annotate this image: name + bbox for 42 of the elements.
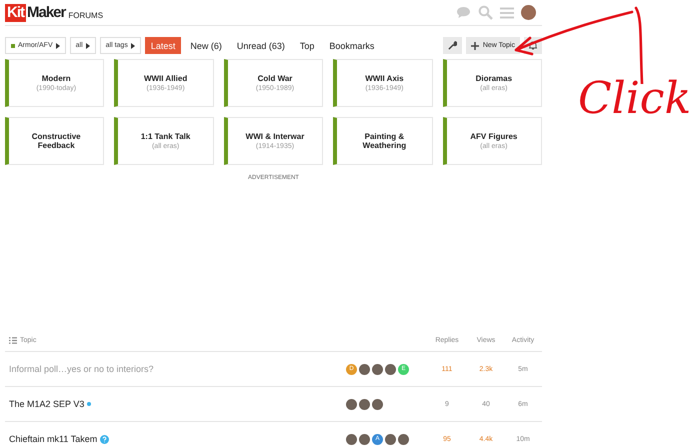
logo-maker[interactable]: Maker bbox=[27, 4, 66, 22]
plus-icon bbox=[470, 42, 479, 50]
nav-tab[interactable]: New (6) bbox=[184, 37, 228, 54]
category-name: WWII Allied bbox=[144, 74, 188, 83]
wrench-button[interactable] bbox=[442, 37, 462, 54]
category-name: AFV Figures bbox=[470, 132, 518, 141]
category-name: Cold War bbox=[258, 74, 292, 83]
user-avatar[interactable] bbox=[359, 434, 370, 444]
caret-icon bbox=[86, 42, 90, 48]
nav-tab[interactable]: Unread (63) bbox=[230, 37, 291, 54]
user-avatar[interactable] bbox=[385, 364, 396, 374]
user-avatar[interactable] bbox=[398, 434, 409, 444]
logo-subtitle: FORUMS bbox=[68, 10, 104, 20]
category-card[interactable]: Constructive Feedback bbox=[5, 117, 104, 165]
user-avatar[interactable] bbox=[359, 398, 370, 410]
category-name: 1:1 Tank Talk bbox=[140, 132, 190, 141]
category-name: Dioramas bbox=[476, 74, 512, 83]
user-avatar[interactable] bbox=[346, 398, 357, 410]
annotation-text: Click bbox=[578, 74, 690, 124]
bell-icon bbox=[529, 41, 537, 50]
wrench-icon bbox=[448, 41, 457, 50]
category-name: Modern bbox=[42, 74, 71, 83]
category-name: WWI & Interwar bbox=[246, 132, 304, 141]
category-card[interactable]: Painting & Weathering bbox=[333, 117, 433, 165]
user-avatar[interactable] bbox=[372, 364, 383, 374]
nav-tab[interactable]: Top bbox=[294, 37, 320, 54]
caret-icon bbox=[56, 42, 60, 48]
topic-title[interactable]: The M1A2 SEP V3 bbox=[9, 399, 84, 409]
category-name: Constructive Feedback bbox=[30, 132, 82, 150]
list-icon bbox=[9, 336, 17, 344]
nav-tab[interactable]: Bookmarks bbox=[323, 37, 380, 54]
topic-title[interactable]: Chieftain mk11 Takem bbox=[9, 434, 98, 444]
logo-kit[interactable]: Kit bbox=[5, 4, 26, 22]
user-avatar[interactable] bbox=[359, 364, 370, 374]
user-avatar[interactable] bbox=[346, 434, 357, 444]
category-name: Painting & Weathering bbox=[362, 132, 408, 150]
nav-tab[interactable]: Latest bbox=[144, 37, 182, 54]
user-avatar[interactable] bbox=[521, 5, 536, 20]
caret-icon bbox=[130, 42, 135, 48]
category-name: WWII Axis bbox=[365, 74, 404, 83]
user-avatar[interactable] bbox=[385, 434, 396, 444]
user-avatar[interactable] bbox=[372, 398, 383, 410]
